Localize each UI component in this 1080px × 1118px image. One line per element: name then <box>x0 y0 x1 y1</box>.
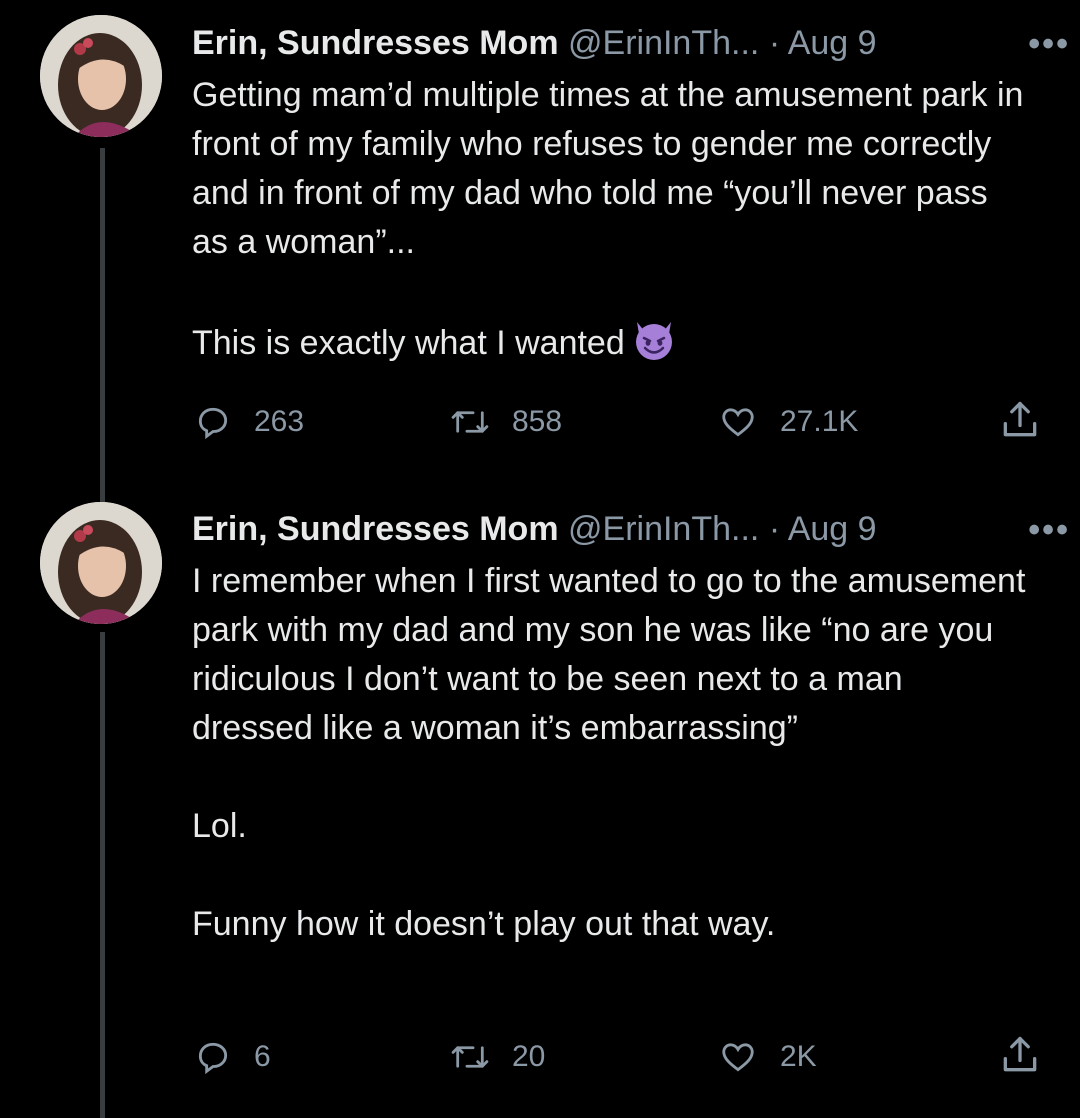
like-count: 27.1K <box>780 405 859 438</box>
retweet-button[interactable]: 20 <box>450 1032 545 1082</box>
retweet-button[interactable]: 858 <box>450 397 562 447</box>
username[interactable]: @ErinInTh... <box>568 24 759 62</box>
more-options-button[interactable]: ••• <box>1028 509 1070 551</box>
tweet-paragraph: This is exactly what I wanted <box>192 316 1032 368</box>
tweet-actions: 263 858 27.1K <box>192 397 1042 447</box>
retweet-icon <box>451 411 489 433</box>
share-button[interactable] <box>998 1032 1042 1083</box>
tweet[interactable]: Erin, Sundresses Mom @ErinInTh... · Aug … <box>0 502 1080 1102</box>
tweet-text: I remember when I first wanted to go to … <box>192 557 1032 949</box>
tweet-header: Erin, Sundresses Mom @ErinInTh... · Aug … <box>192 504 1050 554</box>
reply-count: 263 <box>254 405 305 438</box>
tweet-actions: 6 20 2K <box>192 1032 1042 1082</box>
retweet-icon <box>451 1046 489 1068</box>
reply-icon <box>198 1042 228 1075</box>
like-button[interactable]: 27.1K <box>718 397 858 447</box>
share-icon <box>1003 401 1037 437</box>
reply-button[interactable]: 263 <box>194 397 304 447</box>
tweet-paragraph-text: This is exactly what I wanted <box>192 324 625 362</box>
tweet-text: Getting mam’d multiple times at the amus… <box>192 71 1032 368</box>
smiling-face-with-horns-icon <box>631 316 677 362</box>
reply-count: 6 <box>254 1040 271 1073</box>
tweet-paragraph: Lol. <box>192 807 247 845</box>
avatar[interactable] <box>40 15 162 137</box>
reply-icon <box>198 407 228 440</box>
heart-icon <box>722 408 754 437</box>
share-icon <box>1003 1036 1037 1072</box>
timestamp[interactable]: Aug 9 <box>788 24 877 62</box>
display-name[interactable]: Erin, Sundresses Mom <box>192 24 559 62</box>
timestamp[interactable]: Aug 9 <box>788 510 877 548</box>
share-button[interactable] <box>998 397 1042 448</box>
retweet-count: 20 <box>512 1040 546 1073</box>
avatar[interactable] <box>40 502 162 624</box>
more-options-button[interactable]: ••• <box>1028 23 1070 65</box>
tweet-paragraph: I remember when I first wanted to go to … <box>192 562 1026 747</box>
like-count: 2K <box>780 1040 817 1073</box>
tweet[interactable]: Erin, Sundresses Mom @ErinInTh... · Aug … <box>0 15 1080 485</box>
separator-dot: · <box>768 24 781 62</box>
display-name[interactable]: Erin, Sundresses Mom <box>192 510 559 548</box>
tweet-paragraph: Funny how it doesn’t play out that way. <box>192 905 776 943</box>
heart-icon <box>722 1043 754 1072</box>
like-button[interactable]: 2K <box>718 1032 817 1082</box>
tweet-header: Erin, Sundresses Mom @ErinInTh... · Aug … <box>192 18 1050 68</box>
retweet-count: 858 <box>512 405 563 438</box>
tweet-paragraph: Getting mam’d multiple times at the amus… <box>192 76 1024 261</box>
separator-dot: · <box>768 510 781 548</box>
username[interactable]: @ErinInTh... <box>568 510 759 548</box>
reply-button[interactable]: 6 <box>194 1032 271 1082</box>
